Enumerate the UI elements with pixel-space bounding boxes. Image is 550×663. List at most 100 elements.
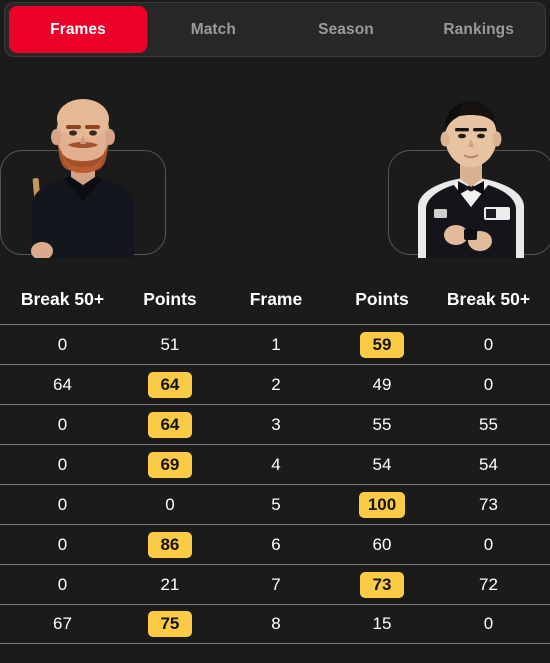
- cell-value: 15: [372, 614, 392, 633]
- frame-winner-badge: 86: [147, 531, 192, 558]
- frame-winner-badge: 100: [358, 491, 406, 518]
- cell-break-left: 0: [8, 335, 117, 355]
- cell-value: 8: [271, 614, 281, 633]
- cell-points-right: 100: [329, 491, 435, 518]
- cell-value: 1: [271, 334, 281, 354]
- table-header-row: Break 50+ Points Frame Points Break 50+: [0, 278, 550, 324]
- cell-value: 67: [53, 614, 72, 633]
- cell-value: 6: [271, 534, 281, 554]
- cell-break-right: 73: [435, 495, 542, 515]
- cell-frame-number: 3: [223, 415, 329, 435]
- cell-points-left: 86: [117, 531, 223, 558]
- cell-value: 3: [271, 414, 281, 434]
- tab-season-label: Season: [318, 20, 374, 38]
- cell-break-right: 0: [435, 335, 542, 355]
- frame-winner-badge: 73: [360, 571, 404, 598]
- cell-value: 72: [479, 574, 498, 594]
- cell-frame-number: 5: [223, 495, 329, 515]
- cell-points-left: 64: [117, 371, 223, 398]
- cell-break-right: 55: [435, 415, 542, 435]
- cell-break-right: 0: [435, 375, 542, 395]
- cell-break-left: 0: [8, 415, 117, 435]
- frame-winner-badge: 64: [147, 371, 192, 398]
- cell-value: 5: [271, 494, 281, 514]
- frame-winner-badge: 59: [360, 331, 404, 358]
- cell-value: 54: [372, 454, 392, 474]
- tab-rankings[interactable]: Rankings: [412, 6, 545, 53]
- tab-rankings-label: Rankings: [443, 20, 514, 38]
- player-photo-left: [8, 83, 158, 258]
- cell-value: 0: [483, 614, 494, 633]
- tab-frames[interactable]: Frames: [9, 6, 147, 53]
- cell-value: 0: [57, 414, 68, 434]
- cell-value: 0: [483, 534, 494, 554]
- cell-points-right: 55: [329, 415, 435, 435]
- table-row: 0 21 7 73 72: [0, 564, 550, 604]
- cell-points-right: 54: [329, 455, 435, 475]
- tab-season[interactable]: Season: [280, 6, 413, 53]
- cell-value: 51: [160, 334, 180, 354]
- cell-points-left: 64: [117, 411, 223, 438]
- cell-break-left: 0: [8, 455, 117, 475]
- cell-value: 0: [57, 534, 68, 554]
- table-row: 0 69 4 54 54: [0, 444, 550, 484]
- cell-value: 49: [372, 374, 392, 394]
- frame-winner-badge: 69: [147, 451, 192, 478]
- cell-points-right: 49: [329, 375, 435, 395]
- header-break-right: Break 50+: [446, 288, 531, 309]
- frame-winner-badge: 75: [147, 611, 192, 637]
- cell-value: 7: [271, 574, 281, 594]
- table-row: 0 51 1 59 0: [0, 324, 550, 364]
- cell-points-left: 51: [117, 335, 223, 355]
- cell-frame-number: 6: [223, 535, 329, 555]
- cell-break-left: 67: [8, 614, 117, 634]
- cell-value: 21: [160, 574, 180, 594]
- cell-break-left: 0: [8, 575, 117, 595]
- cell-break-right: 0: [435, 535, 542, 555]
- cell-points-left: 69: [117, 451, 223, 478]
- cell-points-right: 60: [329, 535, 435, 555]
- cell-frame-number: 2: [223, 375, 329, 395]
- cell-value: 0: [57, 494, 68, 514]
- cell-break-left: 64: [8, 375, 117, 395]
- cell-break-right: 0: [435, 614, 542, 634]
- cell-value: 0: [483, 334, 494, 354]
- table-row: 0 64 3 55 55: [0, 404, 550, 444]
- cell-value: 54: [479, 454, 498, 474]
- cell-value: 2: [271, 374, 281, 394]
- cell-value: 0: [165, 494, 175, 514]
- cell-value: 60: [372, 534, 392, 554]
- header-points-left: Points: [143, 288, 197, 309]
- cell-frame-number: 7: [223, 575, 329, 595]
- cell-points-right: 73: [329, 571, 435, 598]
- cell-points-left: 75: [117, 611, 223, 637]
- frame-winner-badge: 64: [147, 411, 192, 438]
- header-frame: Frame: [249, 288, 303, 309]
- cell-frame-number: 1: [223, 335, 329, 355]
- cell-break-left: 0: [8, 495, 117, 515]
- cell-points-left: 0: [117, 495, 223, 515]
- tab-match[interactable]: Match: [147, 6, 280, 53]
- cell-value: 0: [57, 454, 68, 474]
- cell-break-left: 0: [8, 535, 117, 555]
- cell-frame-number: 8: [223, 614, 329, 634]
- cell-break-right: 54: [435, 455, 542, 475]
- cell-value: 55: [372, 414, 392, 434]
- tab-match-label: Match: [190, 20, 236, 38]
- cell-value: 64: [53, 374, 72, 394]
- header-break-left: Break 50+: [20, 288, 105, 309]
- cell-value: 73: [479, 494, 498, 514]
- header-points-right: Points: [355, 288, 409, 309]
- players-section: [0, 80, 550, 258]
- table-row: 64 64 2 49 0: [0, 364, 550, 404]
- table-row: 67 75 8 15 0: [0, 604, 550, 644]
- cell-points-right: 15: [329, 614, 435, 634]
- cell-points-right: 59: [329, 331, 435, 358]
- cell-break-right: 72: [435, 575, 542, 595]
- cell-value: 0: [57, 574, 68, 594]
- cell-value: 4: [271, 454, 281, 474]
- cell-frame-number: 4: [223, 455, 329, 475]
- cell-points-left: 21: [117, 575, 223, 595]
- cell-value: 55: [479, 414, 498, 434]
- frames-score-table: Break 50+ Points Frame Points Break 50+ …: [0, 278, 550, 644]
